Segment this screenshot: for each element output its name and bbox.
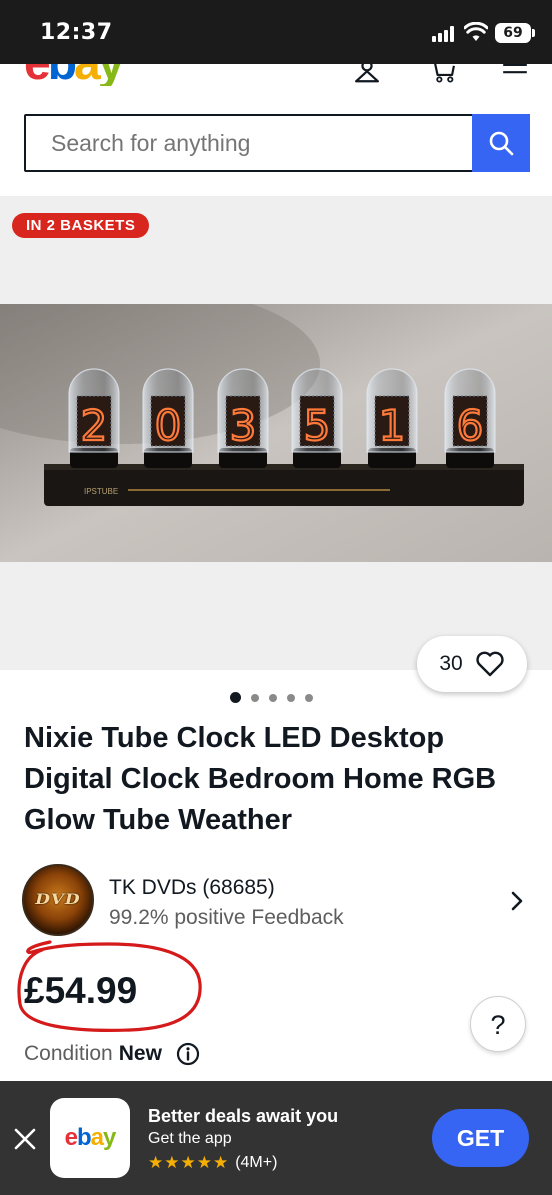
listing-title: Nixie Tube Clock LED Desktop Digital Clo… xyxy=(24,722,497,836)
condition-value: New xyxy=(118,1042,162,1065)
logo-letter-b: b xyxy=(48,64,77,86)
search-input[interactable] xyxy=(26,116,472,170)
status-time: 12:37 xyxy=(40,20,113,45)
watch-button[interactable]: 30 xyxy=(417,636,527,692)
price: £54.99 xyxy=(24,970,138,1011)
banner-rating: ★★★★★ (4M+) xyxy=(148,1153,277,1173)
help-button[interactable]: ? xyxy=(470,996,526,1052)
get-app-button[interactable]: GET xyxy=(432,1109,529,1167)
search-box xyxy=(24,114,530,172)
logo-letter-y: y xyxy=(98,64,125,86)
app-logo-letter-a: a xyxy=(90,1124,104,1151)
cellular-signal-icon xyxy=(432,26,456,42)
nixie-digit: 3 xyxy=(230,401,257,450)
nixie-digit: 6 xyxy=(457,401,484,450)
wifi-icon xyxy=(464,22,488,41)
nixie-tube: 5 xyxy=(291,368,343,468)
cart-icon[interactable] xyxy=(428,64,458,84)
app-logo-letter-e: e xyxy=(64,1124,78,1151)
pagination-dot[interactable] xyxy=(230,692,241,703)
banner-title: Better deals await you xyxy=(148,1106,339,1126)
logo-letter-e: e xyxy=(24,64,51,86)
seller-avatar: DVD xyxy=(22,864,94,936)
condition-label: Condition xyxy=(24,1042,113,1065)
basket-badge: IN 2 BASKETS xyxy=(12,213,150,238)
image-pagination-dots xyxy=(230,692,313,703)
header: ebay xyxy=(0,64,552,196)
banner-subtitle: Get the app xyxy=(148,1130,232,1147)
nixie-digit: 2 xyxy=(81,401,108,450)
heart-icon xyxy=(476,651,504,677)
search-button[interactable] xyxy=(472,114,530,172)
star-rating-icon: ★★★★★ xyxy=(148,1153,230,1172)
rating-count: (4M+) xyxy=(235,1154,278,1171)
search-icon xyxy=(489,131,514,156)
chevron-right-icon[interactable] xyxy=(510,890,524,912)
seller-avatar-text: DVD xyxy=(35,892,81,908)
info-icon[interactable] xyxy=(176,1042,200,1066)
menu-icon[interactable] xyxy=(500,64,530,84)
brand-mark: IPSTUBE xyxy=(84,487,118,496)
page: 12:37 69 ebay xyxy=(0,0,552,1195)
seller-info[interactable]: DVD TK DVDs (68685) 99.2% positive Feedb… xyxy=(22,862,532,938)
nixie-tube: 0 xyxy=(142,368,194,468)
app-logo-letter-b: b xyxy=(76,1124,92,1151)
pagination-dot[interactable] xyxy=(251,693,259,702)
nixie-tube: 1 xyxy=(366,368,418,468)
ebay-logo[interactable]: ebay xyxy=(24,64,125,86)
nixie-digit: 5 xyxy=(304,401,331,450)
product-image[interactable]: IPSTUBE 20351 6 xyxy=(0,304,552,562)
pagination-dot[interactable] xyxy=(269,693,277,702)
status-bar: 12:37 69 xyxy=(0,0,552,64)
ebay-app-icon[interactable]: ebay xyxy=(50,1098,130,1178)
account-icon[interactable] xyxy=(352,64,382,84)
nixie-tube: 6 xyxy=(444,368,496,468)
nixie-tube: 3 xyxy=(217,368,269,468)
logo-clip: ebay xyxy=(0,64,552,86)
battery-icon: 69 xyxy=(495,23,535,43)
pagination-dot[interactable] xyxy=(287,693,295,702)
nixie-tube: 2 xyxy=(68,368,120,468)
watch-count: 30 xyxy=(439,652,463,675)
nixie-digit: 1 xyxy=(379,401,406,450)
pagination-dot[interactable] xyxy=(305,693,313,702)
seller-feedback: 99.2% positive Feedback xyxy=(109,906,344,929)
close-icon[interactable] xyxy=(12,1126,38,1152)
seller-name: TK DVDs (68685) xyxy=(109,876,275,899)
nixie-digit: 0 xyxy=(155,401,182,450)
logo-letter-a: a xyxy=(74,64,101,86)
app-install-banner: ebay Better deals await you Get the app … xyxy=(0,1081,552,1195)
condition-row: Condition New xyxy=(24,1042,200,1066)
app-logo-letter-y: y xyxy=(103,1124,116,1151)
image-gallery[interactable]: IN 2 BASKETS IPSTUBE 2 0 3 5 1 6 30 xyxy=(0,196,552,692)
